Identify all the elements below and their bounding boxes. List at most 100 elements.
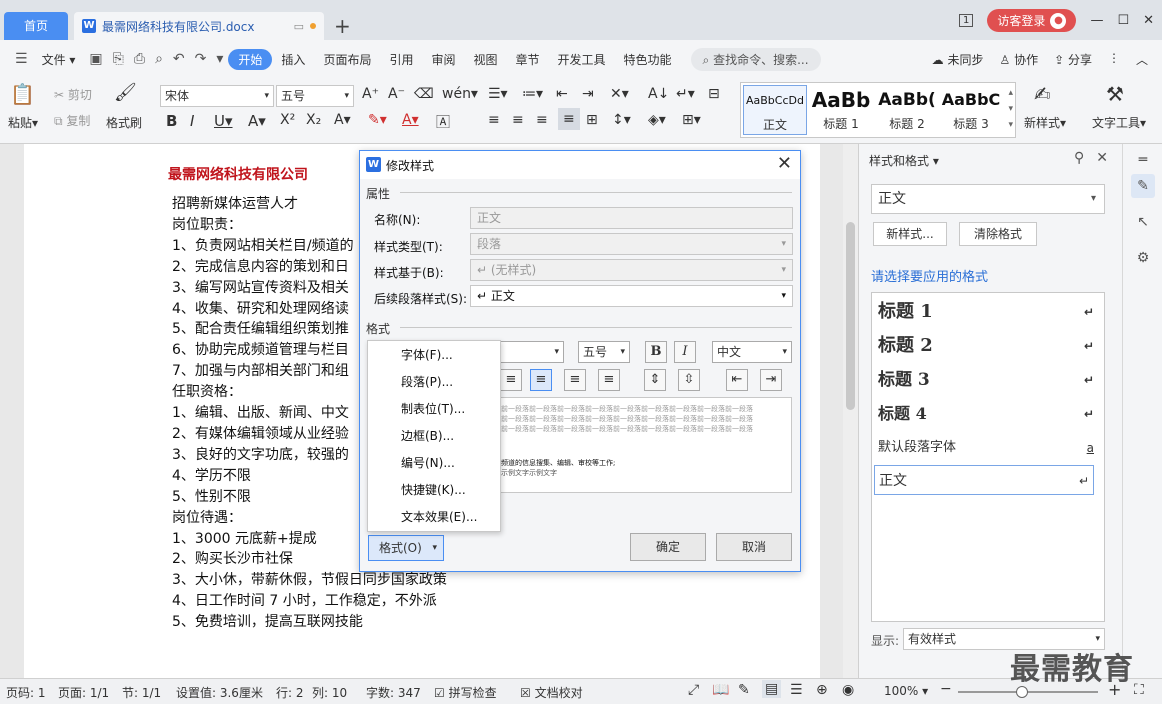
- menu-file[interactable]: 文件 ▾: [33, 51, 85, 68]
- line-spacing-icon[interactable]: ↕▾: [612, 112, 631, 128]
- save-icon[interactable]: ▣: [84, 51, 107, 67]
- format-size-select[interactable]: 五号 ▾: [578, 341, 630, 363]
- based-on-select[interactable]: ↵ (无样式) ▾: [470, 259, 793, 281]
- format-language-select[interactable]: 中文 ▾: [712, 341, 792, 363]
- superscript-icon[interactable]: X²: [280, 112, 295, 128]
- menu-item-text-effect[interactable]: 文本效果(E)...: [401, 507, 477, 527]
- paste-icon[interactable]: 📋: [10, 82, 35, 106]
- align-center-icon[interactable]: ≡: [512, 112, 524, 128]
- shading-icon[interactable]: ◈▾: [648, 112, 666, 128]
- zoom-out-icon[interactable]: −: [940, 681, 952, 697]
- new-tab-button[interactable]: +: [334, 12, 351, 40]
- document-scrollbar[interactable]: [843, 144, 858, 678]
- print-icon[interactable]: ⎙: [129, 51, 150, 67]
- share-button[interactable]: ⇪ 分享: [1054, 51, 1092, 68]
- format-painter-button[interactable]: 格式刷: [106, 114, 142, 131]
- pane-title[interactable]: 样式和格式 ▾: [869, 152, 939, 169]
- line-spacing-single-button[interactable]: ⇕: [644, 369, 666, 391]
- decrease-indent-button[interactable]: ⇤: [726, 369, 748, 391]
- quick-menu-icon[interactable]: ▾: [211, 51, 228, 67]
- fullscreen-icon[interactable]: ⤢: [688, 682, 699, 698]
- format-menu-button[interactable]: 格式(O) ▾: [368, 535, 444, 561]
- page-view-icon[interactable]: ▤: [762, 680, 782, 698]
- sort-icon[interactable]: A↓: [648, 86, 669, 102]
- font-name-select[interactable]: 宋体 ▾: [160, 85, 274, 107]
- dialog-title-bar[interactable]: W 修改样式 ✕: [360, 151, 800, 179]
- font-size-select[interactable]: 五号 ▾: [276, 85, 354, 107]
- minimize-button[interactable]: —: [1090, 13, 1103, 28]
- status-words[interactable]: 字数: 347: [366, 684, 421, 701]
- font-shrink-icon[interactable]: A⁻: [388, 86, 405, 102]
- tab-special[interactable]: 特色功能: [615, 51, 681, 68]
- distribute-icon[interactable]: ⊞: [586, 112, 598, 128]
- sync-status[interactable]: ☁ 未同步: [932, 51, 984, 68]
- current-style-select[interactable]: 正文 ▾: [871, 184, 1105, 214]
- italic-icon[interactable]: I: [190, 112, 194, 130]
- align-right-button[interactable]: ≡: [564, 369, 586, 391]
- align-center-button[interactable]: ≡: [530, 369, 552, 391]
- style-list-item-normal[interactable]: 正文 ↵: [874, 465, 1094, 495]
- more-icon[interactable]: ⋮: [1108, 51, 1120, 68]
- clear-format-button[interactable]: 清除格式: [959, 222, 1037, 246]
- collapse-ribbon-icon[interactable]: ︿: [1136, 51, 1148, 68]
- format-bold-button[interactable]: B: [645, 341, 667, 363]
- phonetic-icon[interactable]: wén▾: [442, 86, 478, 102]
- border-icon[interactable]: ⊞▾: [682, 112, 701, 128]
- style-list-item-default-font[interactable]: 默认段落字体 a: [878, 433, 1098, 463]
- numbered-list-icon[interactable]: ≔▾: [522, 86, 543, 102]
- style-list-item-heading1[interactable]: 标题 1 ↵: [878, 297, 1098, 327]
- style-normal[interactable]: AaBbCcDd 正文: [743, 85, 807, 135]
- maximize-button[interactable]: ☐: [1117, 13, 1129, 28]
- read-mode-icon[interactable]: 📖: [712, 682, 729, 698]
- paste-button[interactable]: 粘贴▾: [8, 114, 38, 131]
- increase-indent-button[interactable]: ⇥: [760, 369, 782, 391]
- command-search-input[interactable]: ⌕ 查找命令、搜索...: [690, 47, 821, 71]
- justify-icon[interactable]: ≡: [558, 108, 580, 130]
- text-tools-button[interactable]: 文字工具▾: [1092, 114, 1146, 131]
- clear-format-icon[interactable]: ⌫: [414, 86, 434, 102]
- side-collapse-icon[interactable]: ═: [1131, 148, 1155, 172]
- style-list-item-heading2[interactable]: 标题 2 ↵: [878, 331, 1098, 361]
- tab-document[interactable]: W 最需网络科技有限公司.docx ▭: [74, 12, 324, 40]
- outline-view-icon[interactable]: ☰: [790, 682, 803, 698]
- format-painter-icon[interactable]: 🖌: [114, 82, 137, 103]
- style-list-item-heading4[interactable]: 标题 4 ↵: [878, 399, 1098, 429]
- indent-icon[interactable]: ⇥: [582, 86, 594, 102]
- edit-mode-icon[interactable]: ✎: [738, 682, 750, 698]
- subscript-icon[interactable]: X₂: [306, 112, 321, 128]
- bullet-list-icon[interactable]: ☰▾: [488, 86, 508, 102]
- tab-chapter[interactable]: 章节: [507, 51, 549, 68]
- text-tools-icon[interactable]: ⚒: [1106, 82, 1124, 106]
- spell-check-button[interactable]: ☑ 拼写检查: [434, 684, 497, 701]
- menu-item-border[interactable]: 边框(B)...: [401, 426, 454, 446]
- outdent-icon[interactable]: ⇤: [556, 86, 568, 102]
- pin-icon[interactable]: ⚲: [1074, 150, 1084, 166]
- dialog-close-icon[interactable]: ✕: [777, 153, 792, 174]
- style-type-select[interactable]: 段落 ▾: [470, 233, 793, 255]
- style-list-item-heading3[interactable]: 标题 3 ↵: [878, 365, 1098, 395]
- monitor-icon[interactable]: ▭: [294, 20, 304, 33]
- style-heading1[interactable]: AaBb 标题 1: [809, 85, 873, 135]
- highlight-icon[interactable]: ✎▾: [368, 112, 387, 128]
- scroll-thumb[interactable]: [846, 222, 855, 410]
- tab-page-layout[interactable]: 页面布局: [314, 51, 380, 68]
- undo-icon[interactable]: ↶: [168, 51, 190, 67]
- tab-home-ribbon[interactable]: 开始: [228, 48, 273, 70]
- tab-insert[interactable]: 插入: [272, 51, 314, 68]
- select-cursor-icon[interactable]: ↖: [1131, 210, 1155, 234]
- tab-developer[interactable]: 开发工具: [549, 51, 615, 68]
- font-color-icon[interactable]: A▾: [402, 112, 419, 128]
- justify-button[interactable]: ≡: [598, 369, 620, 391]
- format-italic-button[interactable]: I: [674, 341, 696, 363]
- zoom-level[interactable]: 100% ▾: [884, 684, 928, 698]
- close-window-button[interactable]: ✕: [1143, 13, 1154, 28]
- align-left-button[interactable]: ≡: [500, 369, 522, 391]
- next-style-select[interactable]: ↵ 正文 ▾: [470, 285, 793, 307]
- style-name-input[interactable]: 正文: [470, 207, 793, 229]
- fit-window-icon[interactable]: ⛶: [1134, 682, 1144, 698]
- format-font-select[interactable]: ▾: [500, 341, 564, 363]
- font-grow-icon[interactable]: A⁺: [362, 86, 379, 102]
- underline-icon[interactable]: U▾: [214, 112, 233, 130]
- style-heading3[interactable]: AaBbC 标题 3: [939, 85, 1003, 135]
- gallery-scroll-icon[interactable]: ▴ ▾ ▾: [1008, 85, 1013, 133]
